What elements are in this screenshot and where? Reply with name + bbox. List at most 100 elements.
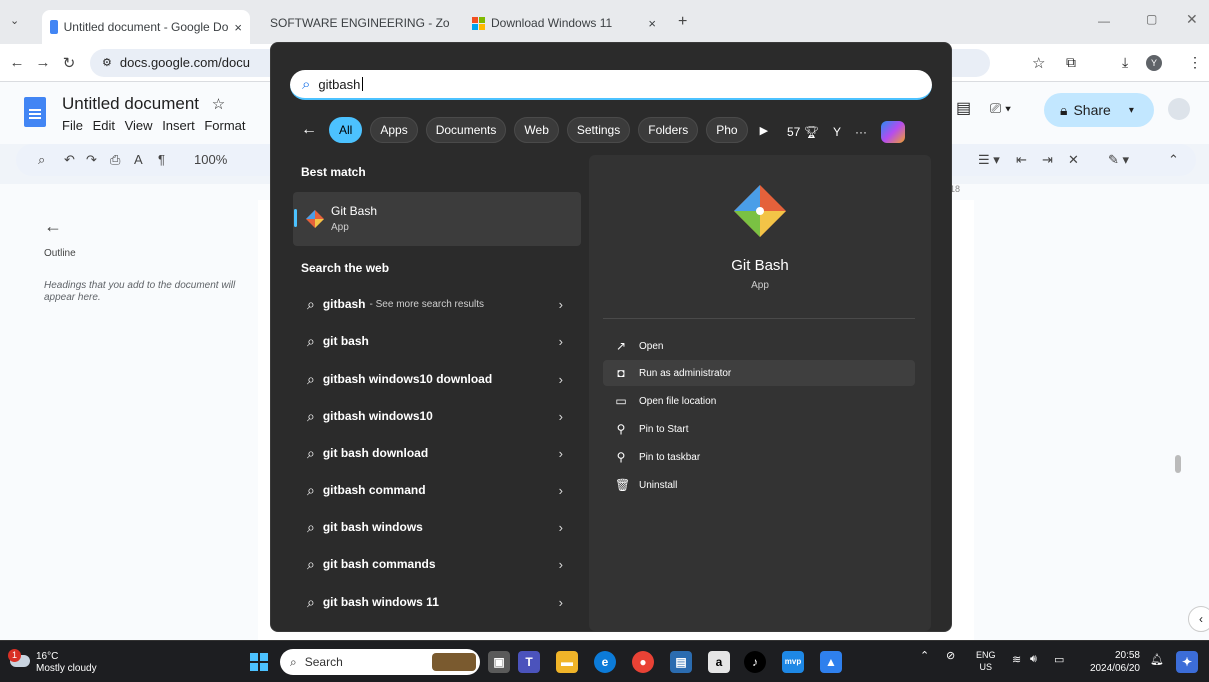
best-match-git-bash[interactable]: Git Bash App: [293, 192, 581, 246]
filter-web[interactable]: Web: [514, 117, 559, 143]
site-info-icon[interactable]: ⚙: [102, 56, 112, 69]
forward-icon[interactable]: →: [30, 54, 56, 71]
amazon-icon[interactable]: a: [708, 651, 730, 673]
action-pin-to-start[interactable]: ⚲ Pin to Start: [603, 416, 915, 442]
web-result[interactable]: ⌕ gitbash command ›: [293, 473, 581, 507]
more-options-icon[interactable]: ···: [855, 125, 867, 139]
filter-photos[interactable]: Pho: [706, 117, 748, 143]
tab-windows-11[interactable]: Download Windows 11 ×: [464, 8, 664, 38]
tab-zoom[interactable]: SOFTWARE ENGINEERING - Zo ×: [256, 8, 456, 38]
paint-format-icon[interactable]: ¶: [158, 152, 165, 167]
extensions-icon[interactable]: ⧉: [1066, 54, 1076, 71]
web-result[interactable]: ⌕ gitbash windows10 ›: [293, 399, 581, 433]
menu-file[interactable]: File: [62, 118, 83, 133]
back-icon[interactable]: ←: [4, 54, 30, 71]
close-window-icon[interactable]: ✕: [1186, 11, 1198, 28]
increase-indent-icon[interactable]: ⇥: [1042, 152, 1053, 168]
photos-icon[interactable]: ▲: [820, 651, 842, 673]
notifications-bell-icon[interactable]: 🔔︎: [1150, 653, 1164, 666]
show-hidden-icons-icon[interactable]: ⌃: [920, 649, 929, 662]
wifi-icon[interactable]: ≋: [1012, 653, 1021, 666]
taskbar-search-box[interactable]: ⌕ Search: [280, 649, 480, 675]
clear-formatting-icon[interactable]: ✕: [1068, 152, 1079, 168]
filter-documents[interactable]: Documents: [425, 117, 507, 143]
star-icon[interactable]: ☆: [212, 96, 225, 113]
mvp-app-icon[interactable]: mvp: [782, 651, 804, 673]
collapse-toolbar-icon[interactable]: ⌃: [1168, 152, 1179, 168]
file-explorer-icon[interactable]: ▬: [556, 651, 578, 673]
edge-icon[interactable]: e: [594, 651, 616, 673]
undo-icon[interactable]: ↶: [64, 152, 75, 168]
web-result[interactable]: ⌕ git bash download ›: [293, 436, 581, 470]
web-result[interactable]: ⌕ git bash commands ›: [293, 547, 581, 581]
show-side-panel-icon[interactable]: ‹: [1188, 606, 1209, 632]
filter-apps[interactable]: Apps: [370, 117, 418, 143]
store-icon[interactable]: ▤: [670, 651, 692, 673]
menu-insert[interactable]: Insert: [162, 118, 195, 133]
web-result[interactable]: ⌕ git bash ›: [293, 324, 581, 358]
minimize-icon[interactable]: —: [1098, 14, 1110, 28]
close-outline-icon[interactable]: ←: [44, 216, 62, 237]
clock[interactable]: 20:58 2024/06/20: [1084, 649, 1140, 675]
weather-widget-icon[interactable]: 1: [8, 649, 32, 669]
comment-history-icon[interactable]: ▤: [956, 98, 971, 118]
meet-icon[interactable]: ⎚ ▾: [990, 100, 1011, 117]
print-icon[interactable]: ⎙: [110, 152, 120, 168]
tiktok-icon[interactable]: ♪: [744, 651, 766, 673]
weather-widget[interactable]: 16°C Mostly cloudy: [36, 651, 97, 675]
web-result[interactable]: ⌕ git bash windows 11 ›: [293, 585, 581, 619]
tab-search-chevron-icon[interactable]: ⌄: [10, 14, 19, 27]
share-button[interactable]: 🔒︎ Share ▾: [1044, 93, 1154, 127]
restore-icon[interactable]: ▢: [1146, 12, 1157, 26]
close-tab-icon[interactable]: ×: [234, 20, 242, 35]
document-title[interactable]: Untitled document ☆: [62, 94, 225, 114]
bookmark-star-icon[interactable]: ☆: [1032, 54, 1045, 72]
teams-icon[interactable]: T: [518, 651, 540, 673]
menu-format[interactable]: Format: [204, 118, 245, 133]
filter-settings[interactable]: Settings: [566, 117, 631, 143]
web-result[interactable]: ⌕ gitbash windows10 download ›: [293, 362, 581, 396]
search-input[interactable]: ⌕ gitbash: [290, 70, 932, 100]
action-pin-to-taskbar[interactable]: ⚲ Pin to taskbar: [603, 444, 915, 470]
decrease-indent-icon[interactable]: ⇤: [1016, 152, 1027, 168]
filter-folders[interactable]: Folders: [638, 117, 699, 143]
tab-google-docs[interactable]: Untitled document - Google Do ×: [42, 10, 250, 44]
action-uninstall[interactable]: 🗑︎ Uninstall: [603, 472, 915, 498]
windows-start-icon[interactable]: [250, 653, 268, 671]
action-run-as-administrator[interactable]: ◘ Run as administrator: [603, 360, 915, 386]
reload-icon[interactable]: ↻: [56, 54, 82, 72]
web-result[interactable]: ⌕ gitbash - See more search results ›: [293, 287, 581, 321]
share-dropdown-icon[interactable]: ▾: [1129, 105, 1134, 116]
close-tab-icon[interactable]: ×: [648, 16, 656, 31]
user-initial[interactable]: Y: [833, 125, 841, 139]
battery-icon[interactable]: ▭: [1054, 653, 1064, 666]
action-open-file-location[interactable]: ▭ Open file location: [603, 388, 915, 414]
zoom-select[interactable]: 100%: [194, 152, 227, 167]
copilot-taskbar-icon[interactable]: ✦: [1176, 651, 1198, 673]
language-indicator[interactable]: ENG US: [976, 649, 996, 673]
filter-all[interactable]: All: [329, 117, 363, 143]
rewards-points[interactable]: 57 🏆︎: [787, 125, 819, 139]
scrollbar-thumb[interactable]: [1175, 455, 1181, 473]
volume-icon[interactable]: 🔊︎: [1030, 653, 1037, 666]
copilot-icon[interactable]: [880, 121, 905, 143]
action-open[interactable]: ↗ Open: [603, 333, 915, 359]
network-off-icon[interactable]: ⊘: [946, 649, 955, 662]
web-result[interactable]: ⌕ git bash windows ›: [293, 510, 581, 544]
download-icon[interactable]: ⤓: [1122, 54, 1128, 71]
account-avatar[interactable]: [1168, 98, 1190, 120]
editing-mode-icon[interactable]: ✎ ▾: [1108, 152, 1129, 168]
new-tab-button[interactable]: +: [678, 13, 687, 31]
task-view-icon[interactable]: ▣: [488, 651, 510, 673]
docs-logo-icon[interactable]: [24, 97, 46, 127]
menu-kebab-icon[interactable]: ⋮: [1188, 54, 1202, 71]
menu-view[interactable]: View: [125, 118, 153, 133]
search-menus-icon[interactable]: ⌕: [38, 152, 45, 168]
menu-edit[interactable]: Edit: [93, 118, 115, 133]
chrome-icon[interactable]: ●: [632, 651, 654, 673]
back-arrow-icon[interactable]: ←: [301, 121, 317, 139]
spellcheck-icon[interactable]: A: [134, 152, 143, 167]
profile-avatar[interactable]: Y: [1146, 54, 1162, 71]
scroll-filters-right-icon[interactable]: ▶: [760, 124, 768, 137]
bulleted-list-icon[interactable]: ☰ ▾: [978, 152, 1000, 168]
